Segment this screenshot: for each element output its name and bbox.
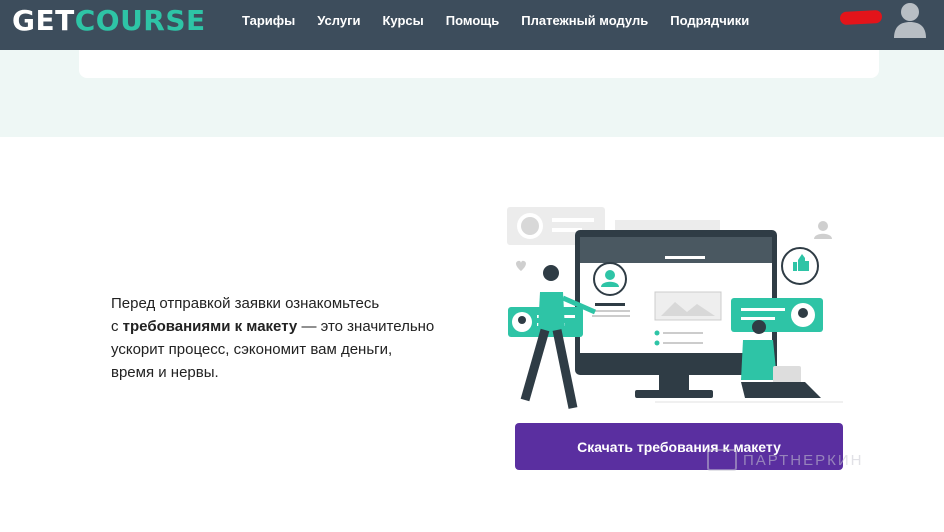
top-navbar: GETCOURSE Тарифы Услуги Курсы Помощь Пла… — [0, 0, 944, 50]
intro-line-2: с требованиями к макету — это значительн… — [111, 315, 471, 338]
main-nav: Тарифы Услуги Курсы Помощь Платежный мод… — [242, 13, 771, 29]
nav-item-payment-module[interactable]: Платежный модуль — [521, 13, 648, 29]
nav-item-courses[interactable]: Курсы — [383, 13, 424, 29]
intro-text: Перед отправкой заявки ознакомьтесь с тр… — [111, 292, 471, 384]
nav-item-tariffs[interactable]: Тарифы — [242, 13, 295, 29]
requirements-link[interactable]: требованиями к макету — [123, 318, 298, 335]
intro-line-1: Перед отправкой заявки ознакомьтесь — [111, 295, 380, 312]
watermark: ПАРТНЕРКИН — [707, 446, 907, 474]
nav-item-contractors[interactable]: Подрядчики — [670, 13, 749, 29]
intro-prefix: с — [111, 318, 123, 335]
nav-item-services[interactable]: Услуги — [317, 13, 360, 29]
intro-line-4: время и нервы. — [111, 364, 219, 381]
nav-item-help[interactable]: Помощь — [446, 13, 499, 29]
redacted-username[interactable] — [839, 9, 883, 26]
user-avatar-icon[interactable] — [891, 0, 929, 38]
intro-line-3: ускорит процесс, сэкономит вам деньги, — [111, 341, 393, 358]
website-design-illustration — [507, 207, 843, 409]
watermark-text: ПАРТНЕРКИН — [743, 451, 864, 469]
getcourse-logo[interactable]: GETCOURSE — [12, 6, 206, 36]
watermark-icon — [707, 449, 737, 471]
intro-suffix: — это значительно — [297, 318, 435, 335]
white-card-bottom — [79, 50, 879, 78]
logo-course-text: COURSE — [74, 4, 206, 37]
logo-get-text: GET — [12, 4, 75, 37]
